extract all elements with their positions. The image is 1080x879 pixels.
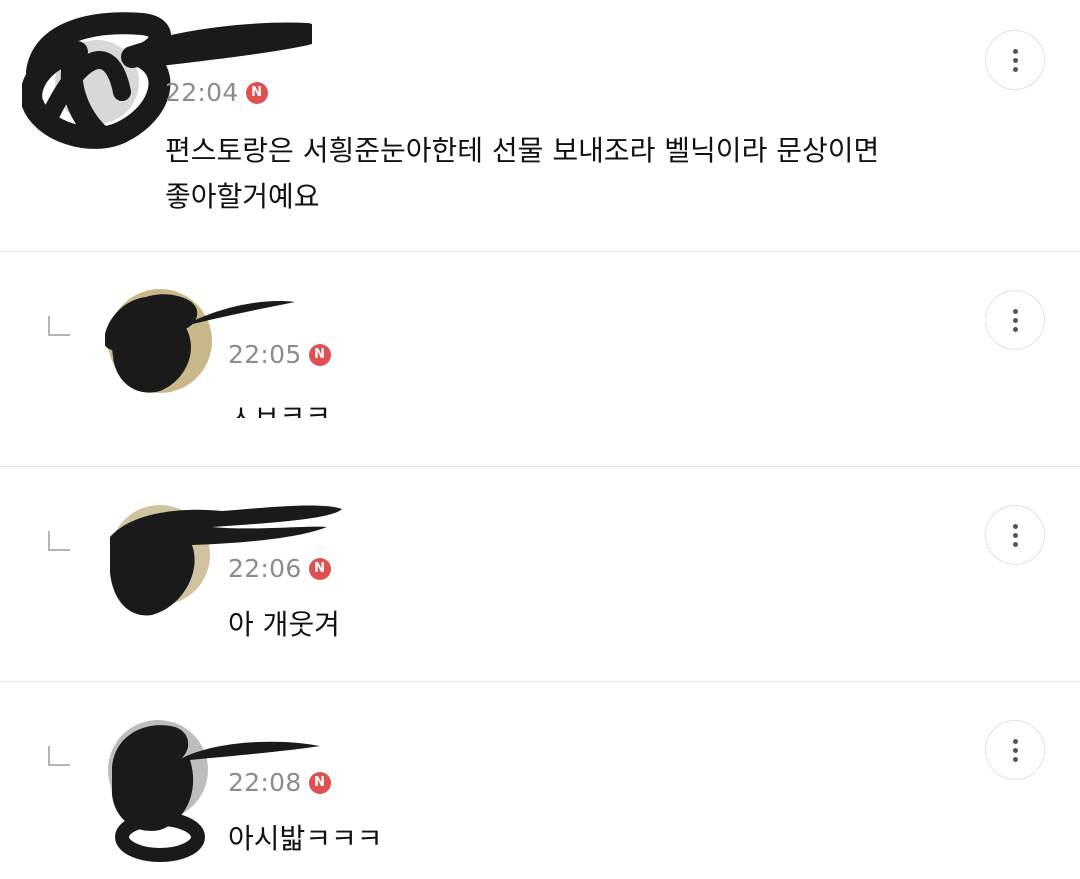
vertical-ellipsis-icon xyxy=(1012,308,1018,314)
comment-text: 아 개웃겨 xyxy=(228,608,340,641)
reply-comment-item: 22:08 N 아시밟ㅋㅋㅋ xyxy=(0,682,1080,879)
comment-item: 22:04 N 편스토랑은 서힁준눈아한테 선물 보내조라 벨닉이라 문상이면 … xyxy=(0,0,1080,252)
comment-text: 편스토랑은 서힁준눈아한테 선물 보내조라 벨닉이라 문상이면 좋아할거예요 xyxy=(165,134,880,213)
comment-text: ㅅㅂㅋㅋ xyxy=(228,400,332,418)
comment-meta: 22:08 N xyxy=(228,768,331,797)
comment-meta: 22:05 N xyxy=(228,340,331,369)
more-options-button[interactable] xyxy=(985,30,1045,90)
new-badge-icon: N xyxy=(245,81,268,104)
more-options-button[interactable] xyxy=(985,505,1045,565)
comment-time: 22:05 xyxy=(228,340,302,369)
vertical-ellipsis-icon xyxy=(1012,48,1018,54)
comment-meta: 22:06 N xyxy=(228,554,331,583)
reply-arrow-icon xyxy=(48,316,70,336)
comment-time: 22:08 xyxy=(228,768,302,797)
new-badge-icon: N xyxy=(308,557,331,580)
more-options-button[interactable] xyxy=(985,290,1045,350)
comment-text-clip: ㅅㅂㅋㅋ xyxy=(228,400,628,418)
new-badge-icon: N xyxy=(308,343,331,366)
reply-arrow-icon xyxy=(48,746,70,766)
vertical-ellipsis-icon xyxy=(1012,738,1018,744)
comment-time: 22:04 xyxy=(165,78,239,107)
reply-comment-item: 22:06 N 아 개웃겨 xyxy=(0,467,1080,681)
more-options-button[interactable] xyxy=(985,720,1045,780)
comment-text: 아시밟ㅋㅋㅋ xyxy=(228,822,383,855)
reply-comment-item: 22:05 N ㅅㅂㅋㅋ xyxy=(0,252,1080,466)
comment-time: 22:06 xyxy=(228,554,302,583)
reply-arrow-icon xyxy=(48,531,70,551)
comment-meta: 22:04 N xyxy=(165,78,268,107)
vertical-ellipsis-icon xyxy=(1012,523,1018,529)
new-badge-icon: N xyxy=(308,771,331,794)
